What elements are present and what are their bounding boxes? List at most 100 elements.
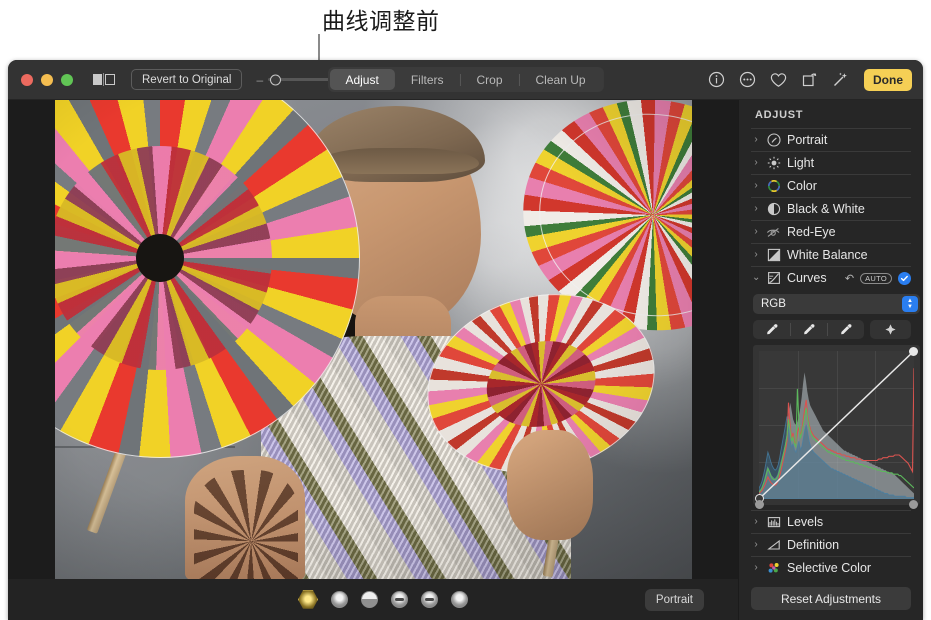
more-options-icon[interactable] bbox=[738, 71, 756, 89]
curves-control-point-white[interactable] bbox=[909, 347, 918, 356]
magic-wand-icon[interactable] bbox=[831, 71, 849, 89]
levels-icon bbox=[766, 515, 781, 530]
chevron-right-icon[interactable]: › bbox=[752, 181, 760, 191]
maximize-button[interactable] bbox=[61, 73, 73, 86]
zoom-slider-knob[interactable] bbox=[270, 74, 282, 85]
sidebar-item-portrait[interactable]: › Portrait bbox=[751, 129, 911, 151]
white-balance-icon bbox=[766, 248, 781, 263]
eyedropper-gray-point-icon[interactable] bbox=[790, 320, 827, 339]
sidebar-item-light[interactable]: › Light bbox=[751, 152, 911, 174]
auto-button[interactable]: AUTO bbox=[860, 272, 892, 284]
curves-channel-value: RGB bbox=[761, 298, 786, 310]
compare-icon[interactable] bbox=[93, 73, 115, 86]
portrait-badge[interactable]: Portrait bbox=[644, 588, 704, 611]
adjust-sidebar: ADJUST › Portrait › Light › Color › Blac… bbox=[738, 100, 923, 620]
red-eye-icon bbox=[766, 225, 781, 240]
curves-enabled-checkmark-icon[interactable] bbox=[898, 271, 911, 285]
tab-adjust[interactable]: Adjust bbox=[329, 69, 395, 90]
window-titlebar: Revert to Original – + Adjust Filters Cr… bbox=[8, 60, 923, 100]
curves-histogram-and-line bbox=[759, 351, 914, 499]
curves-graph-plot[interactable] bbox=[759, 351, 914, 499]
chevron-down-glyph: ▼ bbox=[907, 303, 913, 310]
sidebar-item-definition[interactable]: › Definition bbox=[751, 534, 911, 556]
chevron-right-icon[interactable]: › bbox=[752, 204, 760, 214]
chevron-right-icon[interactable]: › bbox=[752, 563, 760, 573]
chevron-down-icon[interactable]: ⌄ bbox=[752, 273, 760, 283]
tab-filters[interactable]: Filters bbox=[395, 69, 460, 90]
close-button[interactable] bbox=[21, 73, 33, 86]
sidebar-item-label: Definition bbox=[787, 538, 840, 552]
photo-canvas-area: Portrait bbox=[8, 100, 738, 620]
chevron-right-icon[interactable]: › bbox=[752, 135, 760, 145]
curves-tool-row bbox=[753, 320, 911, 339]
light-icon bbox=[766, 156, 781, 171]
curves-icon bbox=[766, 271, 781, 286]
sidebar-item-curves[interactable]: ⌄ Curves ↶ AUTO bbox=[751, 267, 911, 289]
undo-icon[interactable]: ↶ bbox=[845, 272, 854, 285]
sidebar-item-label: Color bbox=[787, 179, 817, 193]
sidebar-item-black-and-white[interactable]: › Black & White bbox=[751, 198, 911, 220]
filter-mono-icon[interactable] bbox=[421, 591, 438, 608]
chevron-up-glyph: ▲ bbox=[907, 297, 913, 304]
screenshot-root: 曲线调整前 Revert to Original – + bbox=[0, 0, 931, 620]
titlebar-action-icons: Done bbox=[707, 68, 912, 91]
eyedropper-black-point-icon[interactable] bbox=[753, 320, 790, 339]
filter-vivid-icon[interactable] bbox=[331, 591, 348, 608]
sidebar-item-red-eye[interactable]: › Red-Eye bbox=[751, 221, 911, 243]
filter-dramatic-icon[interactable] bbox=[391, 591, 408, 608]
sidebar-item-label: Levels bbox=[787, 515, 824, 529]
curves-output-handle-high[interactable] bbox=[909, 500, 918, 509]
zoom-out-label[interactable]: – bbox=[256, 74, 263, 86]
tab-crop[interactable]: Crop bbox=[460, 69, 518, 90]
sidebar-item-selective-color[interactable]: › Selective Color bbox=[751, 557, 911, 579]
window-controls bbox=[21, 73, 73, 86]
filter-vivid-warm-icon[interactable] bbox=[361, 591, 378, 608]
compare-divider bbox=[103, 73, 104, 86]
portrait-icon bbox=[766, 133, 781, 148]
compare-filled-square bbox=[93, 74, 102, 85]
curves-controls: ↶ AUTO bbox=[845, 271, 911, 285]
edited-photo[interactable] bbox=[55, 100, 692, 579]
zoom-slider-track[interactable] bbox=[268, 74, 331, 85]
chevron-right-icon[interactable]: › bbox=[752, 517, 760, 527]
chevron-updown-icon[interactable]: ▲ ▼ bbox=[902, 296, 918, 312]
curves-output-handle-low[interactable] bbox=[755, 500, 764, 509]
annotation-label: 曲线调整前 bbox=[322, 9, 440, 35]
add-point-icon[interactable] bbox=[870, 320, 911, 339]
chevron-right-icon[interactable]: › bbox=[752, 227, 760, 237]
black-and-white-icon bbox=[766, 202, 781, 217]
curves-graph[interactable] bbox=[753, 345, 920, 509]
eyedropper-group bbox=[753, 320, 865, 339]
photo-vignette bbox=[55, 100, 692, 579]
window-body: Portrait ADJUST › Portrait › Light › Col… bbox=[8, 100, 923, 620]
rotate-icon[interactable] bbox=[800, 71, 818, 89]
favorite-heart-icon[interactable] bbox=[769, 71, 787, 89]
sidebar-bottom-group: › Levels › Definition › Selective Color bbox=[751, 510, 911, 579]
sidebar-header: ADJUST bbox=[755, 109, 804, 121]
color-wheel-icon bbox=[766, 179, 781, 194]
sidebar-item-label: Light bbox=[787, 156, 815, 170]
chevron-right-icon[interactable]: › bbox=[752, 158, 760, 168]
filter-thumbnail-strip bbox=[298, 590, 468, 610]
chevron-right-icon[interactable]: › bbox=[752, 250, 760, 260]
edit-mode-tabs: Adjust Filters Crop Clean Up bbox=[327, 67, 604, 92]
curves-channel-select[interactable]: RGB ▲ ▼ bbox=[753, 294, 920, 314]
tab-clean-up[interactable]: Clean Up bbox=[520, 69, 602, 90]
sidebar-item-label: Selective Color bbox=[787, 561, 872, 575]
sidebar-item-label: Black & White bbox=[787, 202, 865, 216]
eyedropper-white-point-icon[interactable] bbox=[827, 320, 864, 339]
revert-to-original-button[interactable]: Revert to Original bbox=[131, 69, 243, 90]
sidebar-item-color[interactable]: › Color bbox=[751, 175, 911, 197]
selective-color-icon bbox=[766, 561, 781, 576]
minimize-button[interactable] bbox=[41, 73, 53, 86]
bottom-toolbar: Portrait bbox=[8, 579, 738, 620]
info-icon[interactable] bbox=[707, 71, 725, 89]
reset-adjustments-button[interactable]: Reset Adjustments bbox=[751, 587, 911, 610]
photos-editor-window: Revert to Original – + Adjust Filters Cr… bbox=[8, 60, 923, 620]
sidebar-item-levels[interactable]: › Levels bbox=[751, 511, 911, 533]
done-button[interactable]: Done bbox=[864, 68, 912, 91]
filter-silvertone-icon[interactable] bbox=[451, 591, 468, 608]
chevron-right-icon[interactable]: › bbox=[752, 540, 760, 550]
original-photo-icon[interactable] bbox=[298, 590, 318, 609]
sidebar-item-white-balance[interactable]: › White Balance bbox=[751, 244, 911, 266]
